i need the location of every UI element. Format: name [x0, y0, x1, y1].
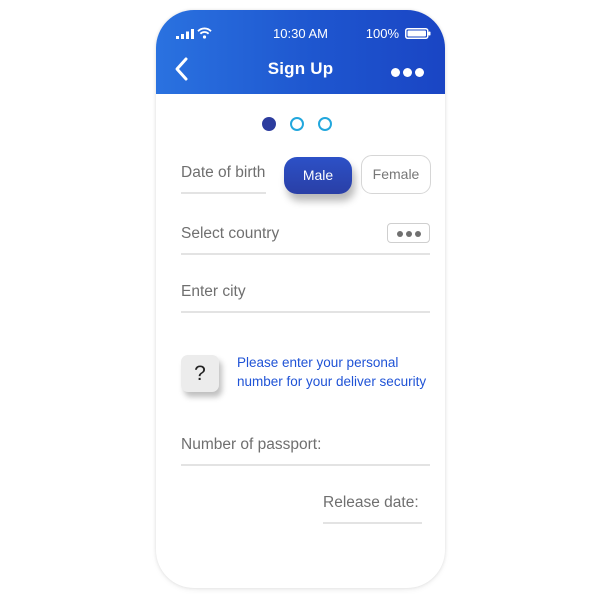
gender-male-button[interactable]: Male: [284, 157, 352, 194]
dot: [391, 68, 400, 77]
select-country-field[interactable]: Select country: [181, 225, 279, 243]
release-date-underline: [323, 522, 422, 524]
status-time: 10:30 AM: [273, 26, 328, 41]
release-date-input[interactable]: Release date:: [323, 494, 419, 512]
dot: [415, 68, 424, 77]
country-underline: [181, 253, 430, 255]
dot: [405, 231, 412, 237]
help-text: Please enter your personal number for yo…: [237, 355, 427, 389]
gender-female-button[interactable]: Female: [361, 155, 431, 194]
step-1-dot: [262, 117, 276, 131]
passport-number-input[interactable]: Number of passport:: [181, 436, 321, 454]
step-3-dot: [318, 117, 332, 131]
dot: [414, 231, 421, 237]
country-options-button[interactable]: [387, 223, 430, 243]
date-of-birth-underline: [181, 192, 266, 194]
nav-bar: Sign Up: [156, 52, 445, 92]
status-bar: 10:30 AM 100%: [156, 10, 445, 52]
passport-underline: [181, 464, 430, 466]
dot: [396, 231, 403, 237]
help-button[interactable]: ?: [181, 355, 219, 392]
battery-percentage: 100%: [365, 26, 399, 41]
date-of-birth-field[interactable]: Date of birth: [181, 164, 265, 182]
city-input[interactable]: Enter city: [181, 283, 246, 301]
city-underline: [181, 311, 430, 313]
step-2-dot: [290, 117, 304, 131]
app-header: 10:30 AM 100% Sign Up: [156, 10, 445, 94]
dot: [403, 68, 412, 77]
more-dots-icon[interactable]: [391, 64, 429, 77]
battery-icon: [405, 28, 431, 39]
phone-frame: 10:30 AM 100% Sign Up Date of birth Male…: [156, 10, 445, 588]
